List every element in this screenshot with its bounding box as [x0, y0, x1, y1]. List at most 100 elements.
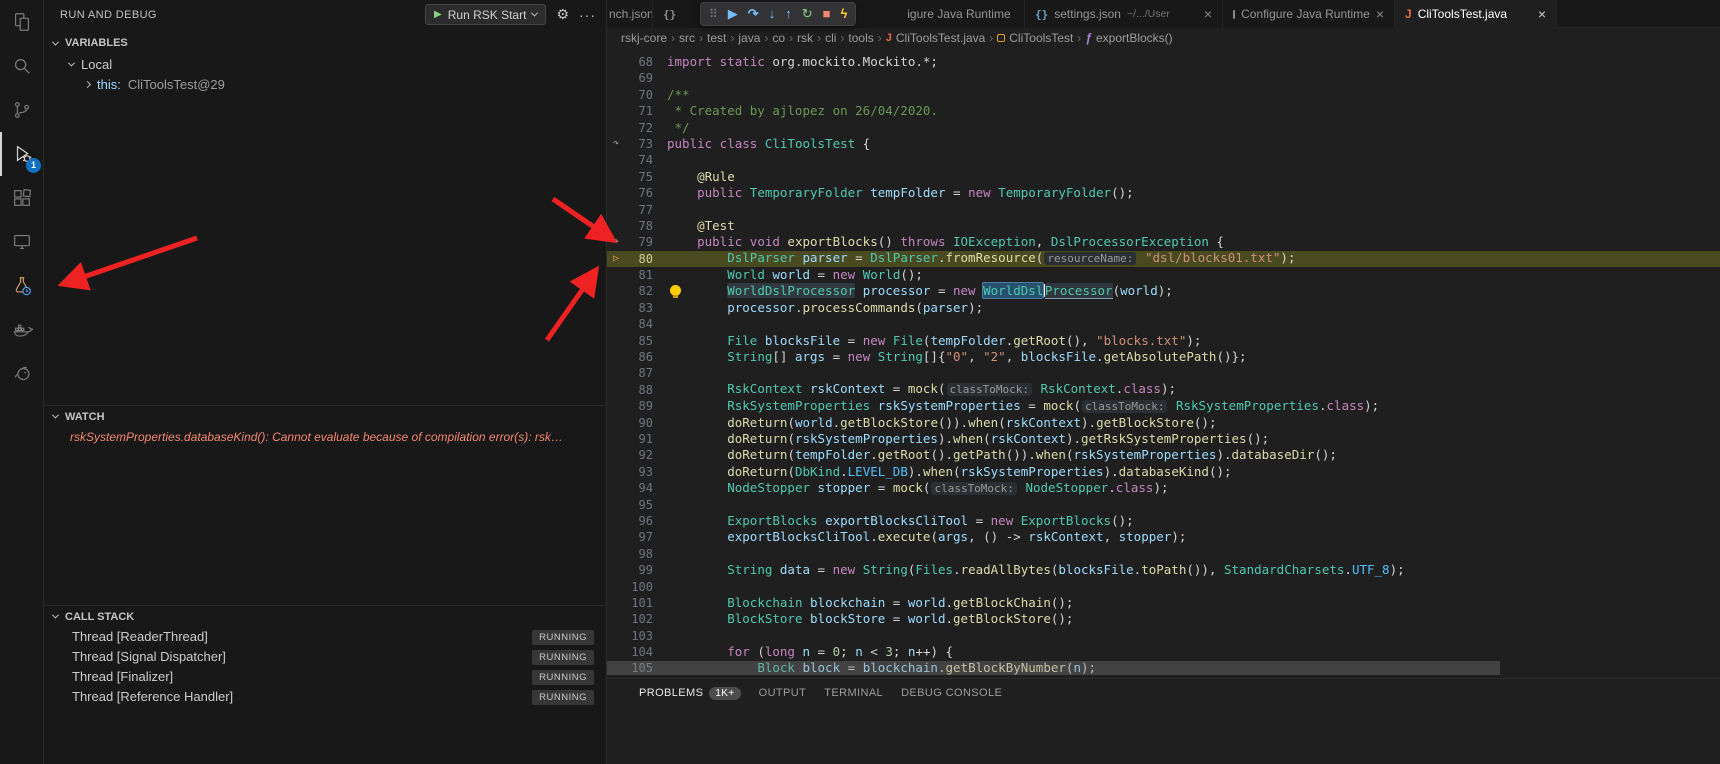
panel-tab-terminal[interactable]: TERMINAL [815, 687, 892, 699]
code-line-68[interactable]: 68import static org.mockito.Mockito.*; [607, 54, 1720, 70]
code-line-77[interactable]: 77 [607, 202, 1720, 218]
code-line-103[interactable]: 103 [607, 628, 1720, 644]
code-line-69[interactable]: 69 [607, 70, 1720, 86]
gutter-89[interactable]: 89 [607, 398, 667, 414]
gutter-99[interactable]: 99 [607, 562, 667, 578]
panel-tab-output[interactable]: OUTPUT [750, 687, 816, 699]
stop-button[interactable]: ■ [823, 3, 831, 25]
step-out-button[interactable]: ↑ [785, 3, 792, 25]
gutter-97[interactable]: 97 [607, 529, 667, 545]
code-line-74[interactable]: 74 [607, 152, 1720, 168]
gutter-101[interactable]: 101 [607, 595, 667, 611]
gutter-104[interactable]: 104 [607, 644, 667, 660]
step-over-button[interactable]: ↷ [748, 3, 759, 25]
breadcrumb-item-clitoolstest-java[interactable]: JCliToolsTest.java [886, 31, 986, 45]
code-line-89[interactable]: 89 RskSystemProperties rskSystemProperti… [607, 398, 1720, 414]
gutter-81[interactable]: 81 [607, 267, 667, 283]
run-config-dropdown[interactable]: ▶ Run RSK Start [425, 4, 546, 25]
gutter-85[interactable]: 85 [607, 333, 667, 349]
code-line-102[interactable]: 102 BlockStore blockStore = world.getBlo… [607, 611, 1720, 627]
code-line-76[interactable]: 76 public TemporaryFolder tempFolder = n… [607, 185, 1720, 201]
gutter-98[interactable]: 98 [607, 546, 667, 562]
activity-gradle[interactable] [0, 352, 44, 396]
gutter-90[interactable]: 90 [607, 415, 667, 431]
close-icon[interactable]: × [1376, 7, 1384, 21]
thread-row[interactable]: Thread [Reference Handler]RUNNING [44, 687, 606, 707]
code-line-100[interactable]: 100 [607, 579, 1720, 595]
gutter-69[interactable]: 69 [607, 70, 667, 86]
code-line-75[interactable]: 75 @Rule [607, 169, 1720, 185]
gutter-70[interactable]: 70 [607, 87, 667, 103]
code-line-104[interactable]: 104 for (long n = 0; n < 3; n++) { [607, 644, 1720, 660]
gutter-96[interactable]: 96 [607, 513, 667, 529]
breadcrumb-item-co[interactable]: co [772, 31, 785, 45]
gutter-74[interactable]: 74 [607, 152, 667, 168]
close-icon[interactable]: × [1204, 7, 1212, 21]
gutter-73[interactable]: ↷73 [607, 136, 667, 152]
code-line-97[interactable]: 97 exportBlocksCliTool.execute(args, () … [607, 529, 1720, 545]
code-line-98[interactable]: 98 [607, 546, 1720, 562]
code-line-78[interactable]: 78 @Test [607, 218, 1720, 234]
code-editor[interactable]: 68import static org.mockito.Mockito.*;69… [607, 48, 1720, 678]
breadcrumb-item-test[interactable]: test [707, 31, 726, 45]
drag-grip-icon[interactable]: ⠿ [709, 7, 718, 21]
activity-source-control[interactable] [0, 88, 44, 132]
code-line-94[interactable]: 94 NodeStopper stopper = mock(classToMoc… [607, 480, 1720, 496]
breadcrumb-item-clitoolstest[interactable]: CliToolsTest [997, 31, 1073, 45]
close-icon[interactable]: × [1538, 7, 1546, 21]
breadcrumb-item-tools[interactable]: tools [848, 31, 873, 45]
gutter-76[interactable]: 76 [607, 185, 667, 201]
breadcrumb-item-rskj-core[interactable]: rskj-core [621, 31, 667, 45]
gutter-80[interactable]: ▷80 [607, 251, 667, 267]
gutter-68[interactable]: 68 [607, 54, 667, 70]
code-line-101[interactable]: 101 Blockchain blockchain = world.getBlo… [607, 595, 1720, 611]
gutter-86[interactable]: 86 [607, 349, 667, 365]
gutter-82[interactable]: 82 [607, 283, 667, 299]
variables-scope-local[interactable]: Local [44, 54, 606, 74]
code-line-79[interactable]: ↷79 public void exportBlocks() throws IO… [607, 234, 1720, 250]
gutter-93[interactable]: 93 [607, 464, 667, 480]
gutter-94[interactable]: 94 [607, 480, 667, 496]
more-actions-icon[interactable]: ··· [579, 7, 596, 23]
code-line-86[interactable]: 86 String[] args = new String[]{"0", "2"… [607, 349, 1720, 365]
thread-row[interactable]: Thread [Signal Dispatcher]RUNNING [44, 647, 606, 667]
gutter-103[interactable]: 103 [607, 628, 667, 644]
code-line-81[interactable]: 81 World world = new World(); [607, 267, 1720, 283]
gutter-83[interactable]: 83 [607, 300, 667, 316]
gutter-79[interactable]: ↷79 [607, 234, 667, 250]
tab-nch-json[interactable]: nch.json [607, 0, 653, 28]
breadcrumb-item-rsk[interactable]: rsk [797, 31, 813, 45]
code-line-88[interactable]: 88 RskContext rskContext = mock(classToM… [607, 382, 1720, 398]
code-line-70[interactable]: 70/** [607, 87, 1720, 103]
tab-configure-java-runtime[interactable]: Configure Java Runtime× [1223, 0, 1395, 28]
gutter-71[interactable]: 71 [607, 103, 667, 119]
gutter-102[interactable]: 102 [607, 611, 667, 627]
activity-test-explorer[interactable] [0, 264, 44, 308]
activity-search[interactable] [0, 44, 44, 88]
watch-expression[interactable]: rskSystemProperties.databaseKind(): Cann… [44, 427, 606, 447]
gutter-88[interactable]: 88 [607, 382, 667, 398]
code-line-73[interactable]: ↷73public class CliToolsTest { [607, 136, 1720, 152]
thread-row[interactable]: Thread [ReaderThread]RUNNING [44, 627, 606, 647]
panel-tab-debug-console[interactable]: DEBUG CONSOLE [892, 687, 1011, 699]
code-line-80[interactable]: ▷80 DslParser parser = DslParser.fromRes… [607, 251, 1720, 267]
tab-settings-json[interactable]: {}settings.json~/.../User× [1025, 0, 1223, 28]
call-stack-section-header[interactable]: CALL STACK [44, 605, 606, 627]
activity-run-and-debug[interactable]: 1 [0, 132, 44, 176]
code-line-84[interactable]: 84 [607, 316, 1720, 332]
code-line-85[interactable]: 85 File blocksFile = new File(tempFolder… [607, 333, 1720, 349]
restart-button[interactable]: ↻ [802, 3, 813, 25]
code-line-83[interactable]: 83 processor.processCommands(parser); [607, 300, 1720, 316]
gutter-92[interactable]: 92 [607, 447, 667, 463]
gutter-72[interactable]: 72 [607, 120, 667, 136]
code-line-71[interactable]: 71 * Created by ajlopez on 26/04/2020. [607, 103, 1720, 119]
thread-row[interactable]: Thread [Finalizer]RUNNING [44, 667, 606, 687]
gutter-84[interactable]: 84 [607, 316, 667, 332]
gutter-75[interactable]: 75 [607, 169, 667, 185]
gutter-78[interactable]: 78 [607, 218, 667, 234]
gear-icon[interactable]: ⚙ [556, 6, 569, 23]
code-line-90[interactable]: 90 doReturn(world.getBlockStore()).when(… [607, 415, 1720, 431]
code-line-72[interactable]: 72 */ [607, 120, 1720, 136]
breadcrumb-item-cli[interactable]: cli [825, 31, 836, 45]
code-line-99[interactable]: 99 String data = new String(Files.readAl… [607, 562, 1720, 578]
